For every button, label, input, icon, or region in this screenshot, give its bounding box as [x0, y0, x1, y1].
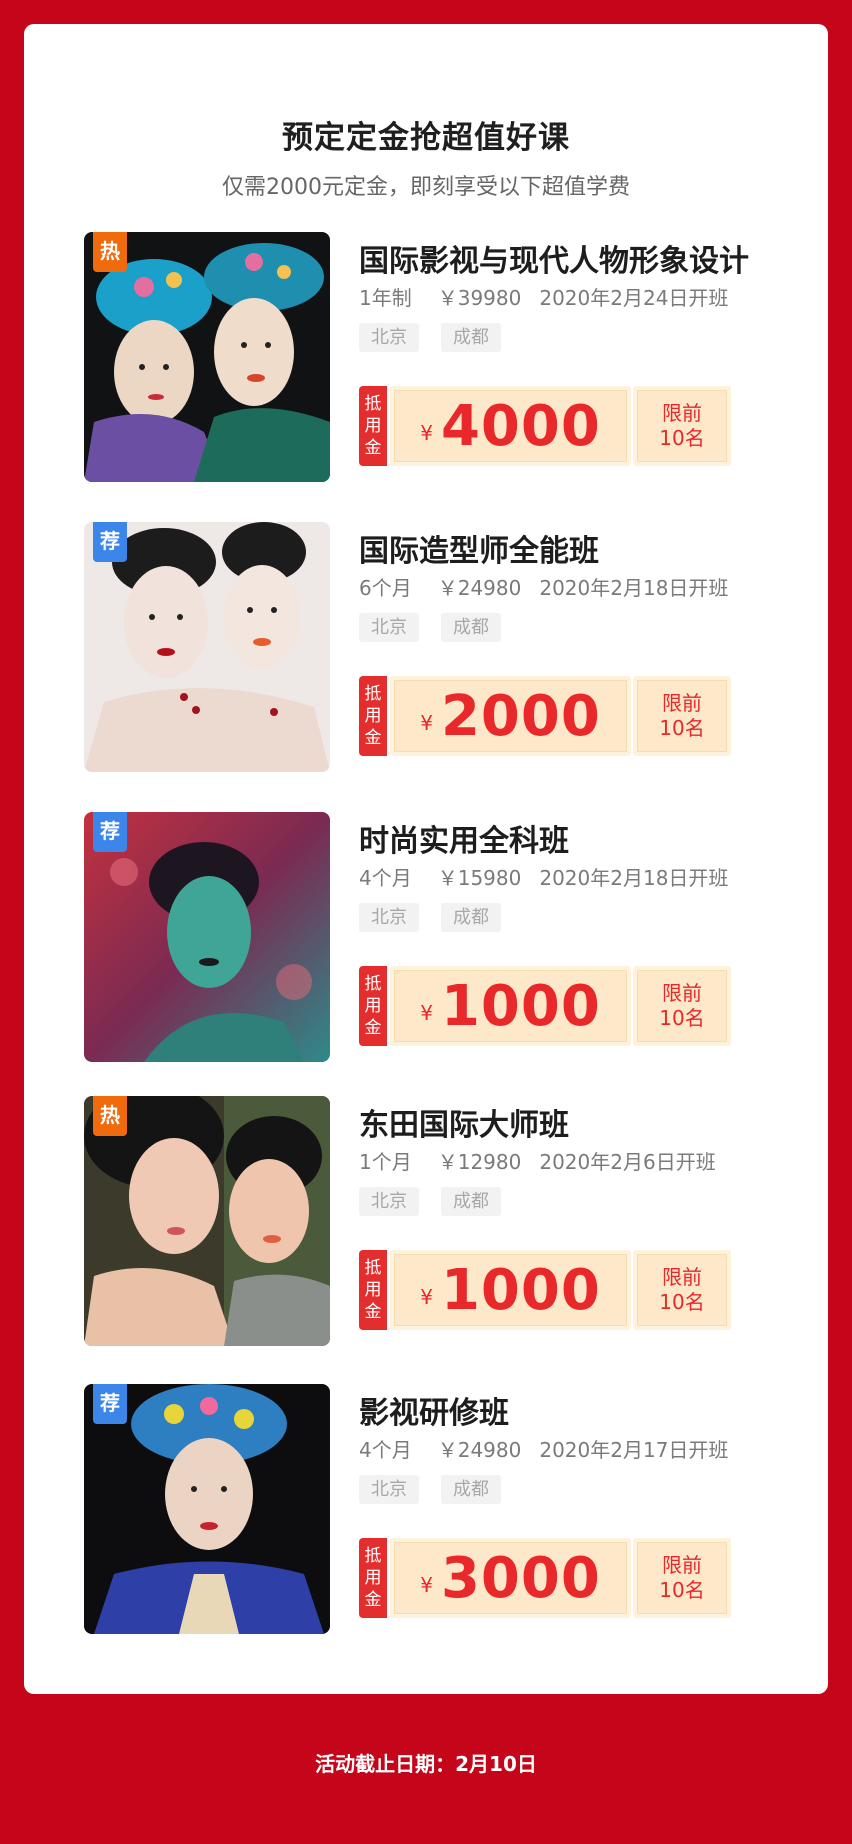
city-tag: 成都 — [441, 1187, 501, 1216]
course-photo[interactable]: 热 — [84, 1096, 330, 1346]
city-list: 北京 成都 — [359, 1475, 501, 1504]
voucher-label: 抵用金 — [359, 1538, 387, 1618]
limit-badge: 限前 10名 — [633, 1538, 731, 1618]
page-title: 预定定金抢超值好课 — [282, 120, 570, 156]
limit-badge: 限前 10名 — [633, 386, 731, 466]
voucher-amount-box: ¥ 4000 — [390, 386, 631, 466]
course-duration: 1年制 — [359, 286, 412, 310]
city-tag: 北京 — [359, 1187, 419, 1216]
course-item[interactable]: 荐 国际造型师全能班 6个月 ￥24980 2020年2月18日开班 北京 成都… — [84, 522, 804, 774]
yen-symbol: ¥ — [420, 1573, 433, 1597]
voucher-amount: 3000 — [440, 1545, 601, 1611]
course-title[interactable]: 东田国际大师班 — [359, 1100, 569, 1144]
course-price: ￥39980 — [437, 286, 522, 310]
voucher-coupon[interactable]: 抵用金 ¥ 3000 限前 10名 — [359, 1538, 732, 1624]
yen-symbol: ¥ — [420, 1001, 433, 1025]
course-item[interactable]: 荐 时尚实用全科班 4个月 ￥15980 2020年2月18日开班 北京 成都 … — [84, 812, 804, 1064]
voucher-coupon[interactable]: 抵用金 ¥ 2000 限前 10名 — [359, 676, 732, 762]
course-price: ￥24980 — [437, 1438, 522, 1462]
city-tag: 北京 — [359, 1475, 419, 1504]
course-title[interactable]: 时尚实用全科班 — [359, 816, 569, 860]
course-start-date: 2020年2月6日开班 — [539, 1150, 716, 1174]
course-start-date: 2020年2月24日开班 — [539, 286, 729, 310]
course-duration: 4个月 — [359, 1438, 412, 1462]
recommend-tag: 荐 — [93, 1384, 127, 1424]
city-tag: 成都 — [441, 323, 501, 352]
yen-symbol: ¥ — [420, 421, 433, 445]
voucher-amount-box: ¥ 1000 — [390, 966, 631, 1046]
voucher-amount: 1000 — [440, 973, 601, 1039]
limit-badge: 限前 10名 — [633, 1250, 731, 1330]
city-list: 北京 成都 — [359, 613, 501, 642]
course-meta: 1年制 ￥39980 2020年2月24日开班 — [359, 282, 728, 311]
city-tag: 北京 — [359, 323, 419, 352]
city-list: 北京 成都 — [359, 323, 501, 352]
course-price: ￥24980 — [437, 576, 522, 600]
voucher-label: 抵用金 — [359, 1250, 387, 1330]
deadline-text: 活动截止日期：2月10日 — [315, 1752, 537, 1776]
voucher-coupon[interactable]: 抵用金 ¥ 1000 限前 10名 — [359, 966, 732, 1052]
course-title[interactable]: 国际造型师全能班 — [359, 526, 599, 570]
course-title[interactable]: 影视研修班 — [359, 1388, 509, 1432]
course-photo[interactable]: 荐 — [84, 812, 330, 1062]
voucher-label: 抵用金 — [359, 676, 387, 756]
course-price: ￥12980 — [437, 1150, 522, 1174]
course-photo[interactable]: 热 — [84, 232, 330, 482]
city-tag: 北京 — [359, 903, 419, 932]
voucher-coupon[interactable]: 抵用金 ¥ 4000 限前 10名 — [359, 386, 732, 472]
voucher-amount: 1000 — [440, 1257, 601, 1323]
hot-tag: 热 — [93, 1096, 127, 1136]
course-item[interactable]: 热 东田国际大师班 1个月 ￥12980 2020年2月6日开班 北京 成都 抵… — [84, 1096, 804, 1348]
course-start-date: 2020年2月17日开班 — [539, 1438, 729, 1462]
voucher-amount: 4000 — [440, 393, 601, 459]
course-meta: 6个月 ￥24980 2020年2月18日开班 — [359, 572, 728, 601]
city-list: 北京 成都 — [359, 1187, 501, 1216]
course-duration: 6个月 — [359, 576, 412, 600]
course-meta: 4个月 ￥24980 2020年2月17日开班 — [359, 1434, 728, 1463]
voucher-amount-box: ¥ 3000 — [390, 1538, 631, 1618]
city-tag: 成都 — [441, 613, 501, 642]
recommend-tag: 荐 — [93, 812, 127, 852]
course-item[interactable]: 荐 影视研修班 4个月 ￥24980 2020年2月17日开班 北京 成都 抵用… — [84, 1384, 804, 1636]
course-start-date: 2020年2月18日开班 — [539, 866, 729, 890]
course-duration: 1个月 — [359, 1150, 412, 1174]
voucher-amount: 2000 — [440, 683, 601, 749]
course-item[interactable]: 热 国际影视与现代人物形象设计 1年制 ￥39980 2020年2月24日开班 … — [84, 232, 804, 484]
yen-symbol: ¥ — [420, 711, 433, 735]
voucher-label: 抵用金 — [359, 966, 387, 1046]
course-meta: 4个月 ￥15980 2020年2月18日开班 — [359, 862, 728, 891]
city-tag: 成都 — [441, 903, 501, 932]
city-tag: 北京 — [359, 613, 419, 642]
course-start-date: 2020年2月18日开班 — [539, 576, 729, 600]
hot-tag: 热 — [93, 232, 127, 272]
course-photo[interactable]: 荐 — [84, 522, 330, 772]
limit-badge: 限前 10名 — [633, 676, 731, 756]
voucher-label: 抵用金 — [359, 386, 387, 466]
course-duration: 4个月 — [359, 866, 412, 890]
page-subtitle: 仅需2000元定金，即刻享受以下超值学费 — [222, 175, 630, 200]
promo-card: 预定定金抢超值好课 仅需2000元定金，即刻享受以下超值学费 热 国际影视与现代… — [24, 24, 828, 1694]
city-list: 北京 成都 — [359, 903, 501, 932]
course-price: ￥15980 — [437, 866, 522, 890]
course-photo[interactable]: 荐 — [84, 1384, 330, 1634]
limit-badge: 限前 10名 — [633, 966, 731, 1046]
course-meta: 1个月 ￥12980 2020年2月6日开班 — [359, 1146, 716, 1175]
yen-symbol: ¥ — [420, 1285, 433, 1309]
voucher-amount-box: ¥ 2000 — [390, 676, 631, 756]
recommend-tag: 荐 — [93, 522, 127, 562]
voucher-amount-box: ¥ 1000 — [390, 1250, 631, 1330]
voucher-coupon[interactable]: 抵用金 ¥ 1000 限前 10名 — [359, 1250, 732, 1336]
course-title[interactable]: 国际影视与现代人物形象设计 — [359, 236, 749, 280]
city-tag: 成都 — [441, 1475, 501, 1504]
